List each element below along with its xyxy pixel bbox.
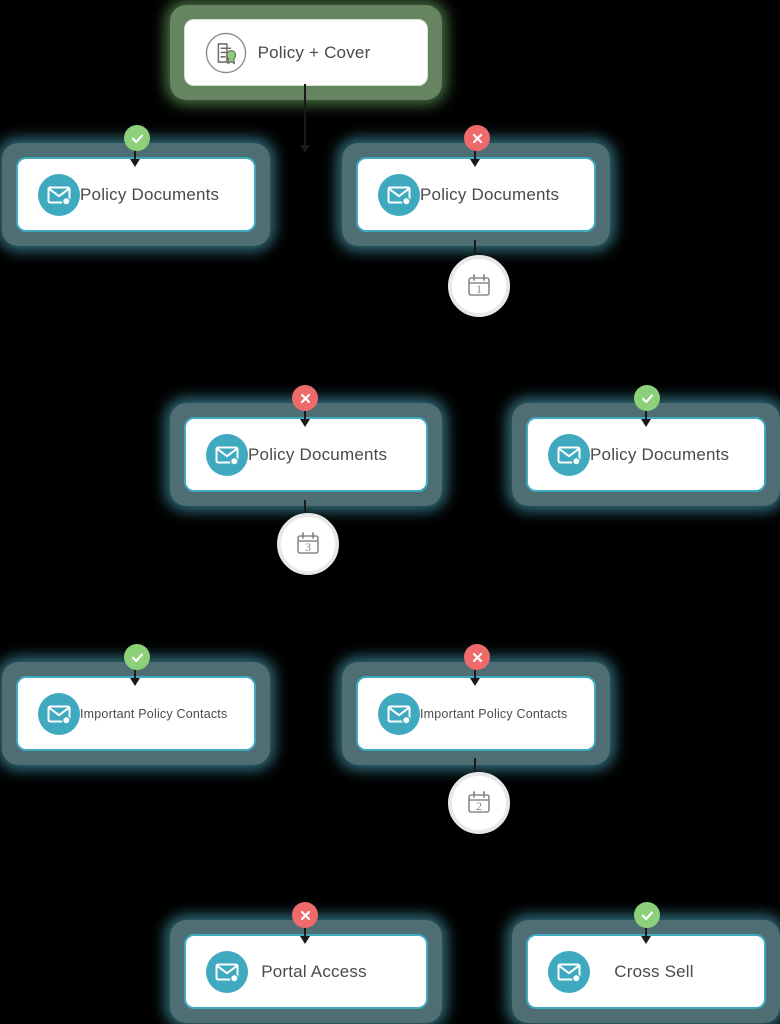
node-body: Policy Documents (184, 417, 428, 492)
connector-arrowhead (300, 419, 310, 427)
connector-arrowhead (300, 145, 310, 153)
connector-arrowhead (641, 936, 651, 944)
node-body: Policy Documents (356, 157, 596, 232)
envelope-dot-icon-svg (378, 173, 420, 216)
status-badge-ok-cross-sell[interactable] (634, 902, 660, 928)
envelope-dot-icon (38, 692, 80, 735)
flowchart-canvas: Policy + Cover Policy Documents Policy D… (0, 0, 780, 1024)
status-badge-bad-policy-documents-3[interactable] (292, 385, 318, 411)
envelope-dot-icon-svg (206, 950, 248, 993)
envelope-dot-icon-svg (38, 692, 80, 735)
check-icon (131, 653, 143, 662)
node-body: Policy + Cover (184, 19, 428, 86)
node-body: Portal Access (184, 934, 428, 1009)
status-badge-ok-policy-documents-4[interactable] (634, 385, 660, 411)
envelope-dot-icon-svg (548, 950, 590, 993)
envelope-dot-icon (378, 692, 420, 735)
node-body: Policy Documents (16, 157, 256, 232)
close-icon (300, 393, 310, 403)
node-label: Cross Sell (614, 961, 694, 981)
envelope-dot-icon (206, 433, 248, 476)
connector-arrowhead (470, 159, 480, 167)
node-label: Policy Documents (80, 184, 220, 204)
node-label: Policy + Cover (257, 42, 371, 62)
check-icon (641, 394, 653, 403)
node-label: Important Policy Contacts (420, 706, 568, 721)
calendar-icon: 2 (466, 790, 492, 816)
connector-arrowhead (130, 159, 140, 167)
certificate-document-icon (205, 32, 247, 74)
calendar-icon: 1 (466, 273, 492, 299)
node-label: Important Policy Contacts (80, 706, 228, 721)
close-icon (472, 652, 482, 662)
certificate-document-icon-svg (205, 32, 247, 73)
check-icon (641, 911, 653, 920)
check-icon (131, 134, 143, 143)
delay-badge-delay-1[interactable]: 1 (448, 255, 510, 317)
node-label: Policy Documents (248, 444, 388, 464)
delay-badge-delay-3[interactable]: 3 (277, 513, 339, 575)
envelope-dot-icon (378, 173, 420, 216)
connector-arrowhead (641, 419, 651, 427)
flow-node-policy-cover[interactable]: Policy + Cover (170, 5, 442, 100)
calendar-day-number: 2 (476, 799, 482, 813)
calendar-icon: 3 (295, 531, 321, 557)
envelope-dot-icon-svg (206, 433, 248, 476)
close-icon (300, 910, 310, 920)
node-label: Policy Documents (590, 444, 730, 464)
status-badge-ok-important-policy-contacts-1[interactable] (124, 644, 150, 670)
node-body: Important Policy Contacts (356, 676, 596, 751)
calendar-day-number: 1 (476, 282, 482, 296)
envelope-dot-icon-svg (38, 173, 80, 216)
status-badge-bad-portal-access[interactable] (292, 902, 318, 928)
node-label: Portal Access (261, 961, 367, 981)
connector-arrowhead (300, 936, 310, 944)
node-body: Important Policy Contacts (16, 676, 256, 751)
status-badge-bad-policy-documents-2[interactable] (464, 125, 490, 151)
status-badge-ok-policy-documents-1[interactable] (124, 125, 150, 151)
node-label: Policy Documents (420, 184, 560, 204)
envelope-dot-icon (38, 173, 80, 216)
connector-arrowhead (470, 678, 480, 686)
connector-arrowhead (130, 678, 140, 686)
envelope-dot-icon-svg (548, 433, 590, 476)
envelope-dot-icon (548, 950, 590, 993)
connector-line (304, 84, 306, 146)
node-body: Cross Sell (526, 934, 766, 1009)
node-body: Policy Documents (526, 417, 766, 492)
delay-badge-delay-2[interactable]: 2 (448, 772, 510, 834)
envelope-dot-icon (548, 433, 590, 476)
envelope-dot-icon (206, 950, 248, 993)
close-icon (472, 133, 482, 143)
status-badge-bad-important-policy-contacts-2[interactable] (464, 644, 490, 670)
calendar-day-number: 3 (305, 540, 311, 554)
envelope-dot-icon-svg (378, 692, 420, 735)
